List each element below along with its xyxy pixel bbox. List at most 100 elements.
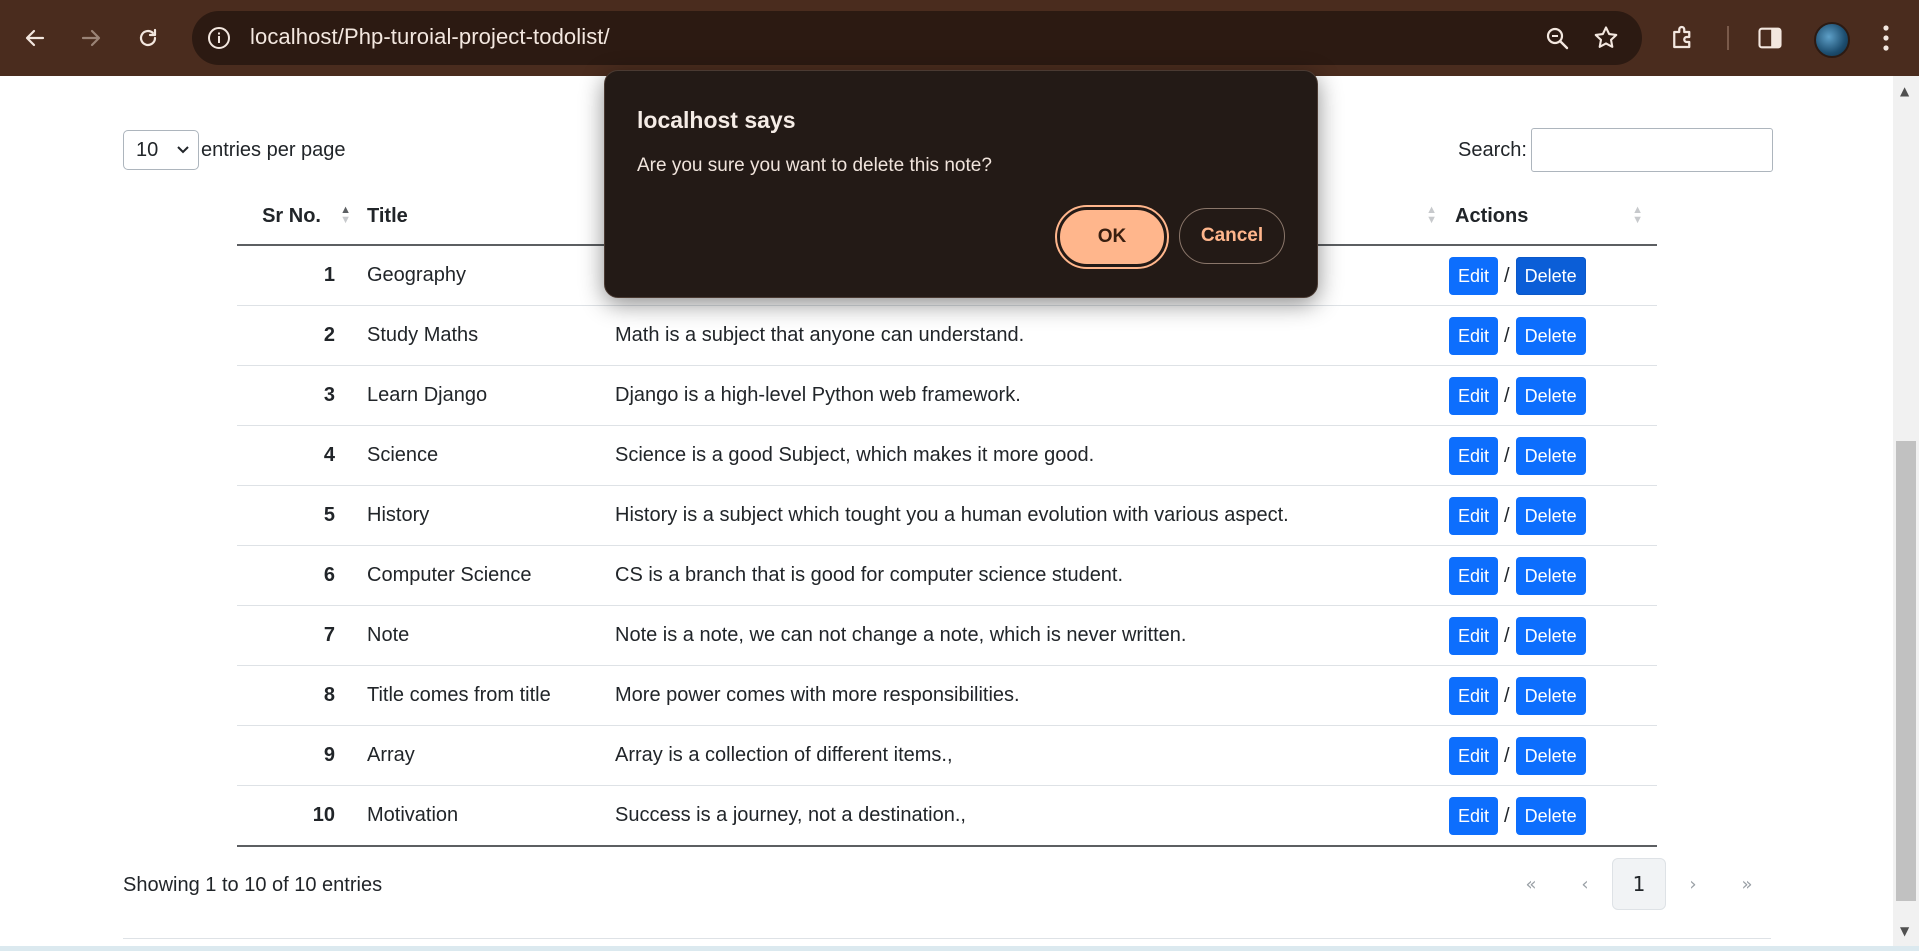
zoom-icon[interactable] [1544,25,1570,55]
row-title: Science [361,425,615,486]
sort-icon: ▲▼ [340,204,351,226]
action-separator: / [1504,444,1510,467]
delete-button[interactable]: Delete [1515,376,1586,415]
delete-button[interactable]: Delete [1515,436,1586,475]
row-actions: Edit / Delete [1449,725,1657,786]
profile-avatar[interactable] [1814,22,1850,58]
delete-button[interactable]: Delete [1515,616,1586,655]
row-description: Note is a note, we can not change a note… [615,605,1449,666]
action-separator: / [1504,744,1510,767]
table-row: 2 Study Maths Math is a subject that anyon… [237,305,1657,366]
ok-button[interactable]: OK [1055,205,1169,269]
page-first-button[interactable]: « [1504,874,1558,895]
row-actions: Edit / Delete [1449,365,1657,426]
edit-button[interactable]: Edit [1449,796,1499,835]
row-actions: Edit / Delete [1449,605,1657,666]
row-sr-no: 5 [237,485,361,546]
sort-icon: ▲▼ [1632,204,1643,226]
edit-button[interactable]: Edit [1449,736,1499,775]
row-title: Note [361,605,615,666]
delete-button[interactable]: Delete [1515,556,1586,595]
row-sr-no: 10 [237,785,361,847]
entries-label: entries per page [201,138,346,161]
page-current-button[interactable]: 1 [1612,858,1666,910]
row-description: Django is a high-level Python web framew… [615,365,1449,426]
browser-menu-icon[interactable] [1880,20,1892,60]
address-bar[interactable]: localhost/Php-turoial-project-todolist/ [192,11,1642,65]
row-title: Geography [361,245,615,306]
table-row: 10 Motivation Success is a journey, not a … [237,785,1657,847]
edit-button[interactable]: Edit [1449,496,1499,535]
action-separator: / [1504,564,1510,587]
edit-button[interactable]: Edit [1449,376,1499,415]
row-sr-no: 9 [237,725,361,786]
action-separator: / [1504,684,1510,707]
back-arrow-icon [25,29,45,47]
row-actions: Edit / Delete [1449,305,1657,366]
row-description: More power comes with more responsibilit… [615,665,1449,726]
delete-button[interactable]: Delete [1515,736,1586,775]
row-sr-no: 1 [237,245,361,306]
pagination: « ‹ 1 › » [1504,858,1774,910]
row-actions: Edit / Delete [1449,545,1657,606]
edit-button[interactable]: Edit [1449,556,1499,595]
row-title: Array [361,725,615,786]
header-sr-no[interactable]: Sr No. ▲ ▼ [237,188,361,246]
delete-button[interactable]: Delete [1515,796,1586,835]
table-row: 3 Learn Django Django is a high-level Pyth… [237,365,1657,426]
edit-button[interactable]: Edit [1449,256,1499,295]
table-info: Showing 1 to 10 of 10 entries [123,874,383,896]
header-title[interactable]: Title ▲▼ [361,188,615,246]
row-title: Title comes from title [361,665,615,726]
reload-button[interactable] [128,18,168,58]
url-text[interactable]: localhost/Php-turoial-project-todolist/ [250,24,610,50]
confirm-dialog: localhost says Are you sure you want to … [604,70,1318,298]
cancel-button[interactable]: Cancel [1179,208,1285,264]
table-row: 4 Science Science is a good Subject, which… [237,425,1657,486]
header-actions[interactable]: Actions ▲ ▼ [1449,188,1657,246]
browser-toolbar: localhost/Php-turoial-project-todolist/ [0,0,1919,76]
edit-button[interactable]: Edit [1449,436,1499,475]
forward-button[interactable] [71,18,111,58]
search-input[interactable] [1530,128,1773,172]
sort-icon: ▲▼ [1426,204,1437,226]
entries-per-page: 10 entries per page [123,130,346,170]
action-separator: / [1504,264,1510,287]
action-separator: / [1504,384,1510,407]
edit-button[interactable]: Edit [1449,676,1499,715]
row-sr-no: 2 [237,305,361,366]
bookmark-star-icon[interactable] [1592,24,1620,56]
window-bottom-bar [0,946,1919,951]
footer-divider [123,938,1771,939]
row-sr-no: 8 [237,665,361,726]
page-last-button[interactable]: » [1720,874,1774,895]
row-description: Array is a collection of different items… [615,725,1449,786]
edit-button[interactable]: Edit [1449,316,1499,355]
row-description: Success is a journey, not a destination.… [615,785,1449,847]
scroll-up-icon[interactable]: ▲ [1900,84,1909,98]
page-prev-button[interactable]: ‹ [1558,874,1612,895]
side-panel-icon[interactable] [1756,24,1784,56]
row-description: Math is a subject that anyone can unders… [615,305,1449,366]
page-next-button[interactable]: › [1666,874,1720,895]
row-title: Study Maths [361,305,615,366]
extensions-puzzle-icon[interactable] [1668,22,1698,56]
delete-button[interactable]: Delete [1515,676,1586,715]
action-separator: / [1504,324,1510,347]
site-info-icon[interactable] [204,23,234,53]
back-button[interactable] [15,18,55,58]
action-separator: / [1504,624,1510,647]
scrollbar-thumb[interactable] [1896,441,1916,901]
page-scrollbar[interactable]: ▲ ▼ [1893,76,1919,946]
delete-button[interactable]: Delete [1515,316,1586,355]
row-sr-no: 4 [237,425,361,486]
entries-select[interactable]: 10 [123,130,199,170]
delete-button[interactable]: Delete [1515,496,1586,535]
delete-button[interactable]: Delete [1515,256,1586,295]
forward-arrow-icon [81,29,101,47]
row-title: History [361,485,615,546]
scroll-down-icon[interactable]: ▼ [1900,924,1909,938]
edit-button[interactable]: Edit [1449,616,1499,655]
reload-icon [139,28,157,47]
table-row: 8 Title comes from title More power comes … [237,665,1657,726]
